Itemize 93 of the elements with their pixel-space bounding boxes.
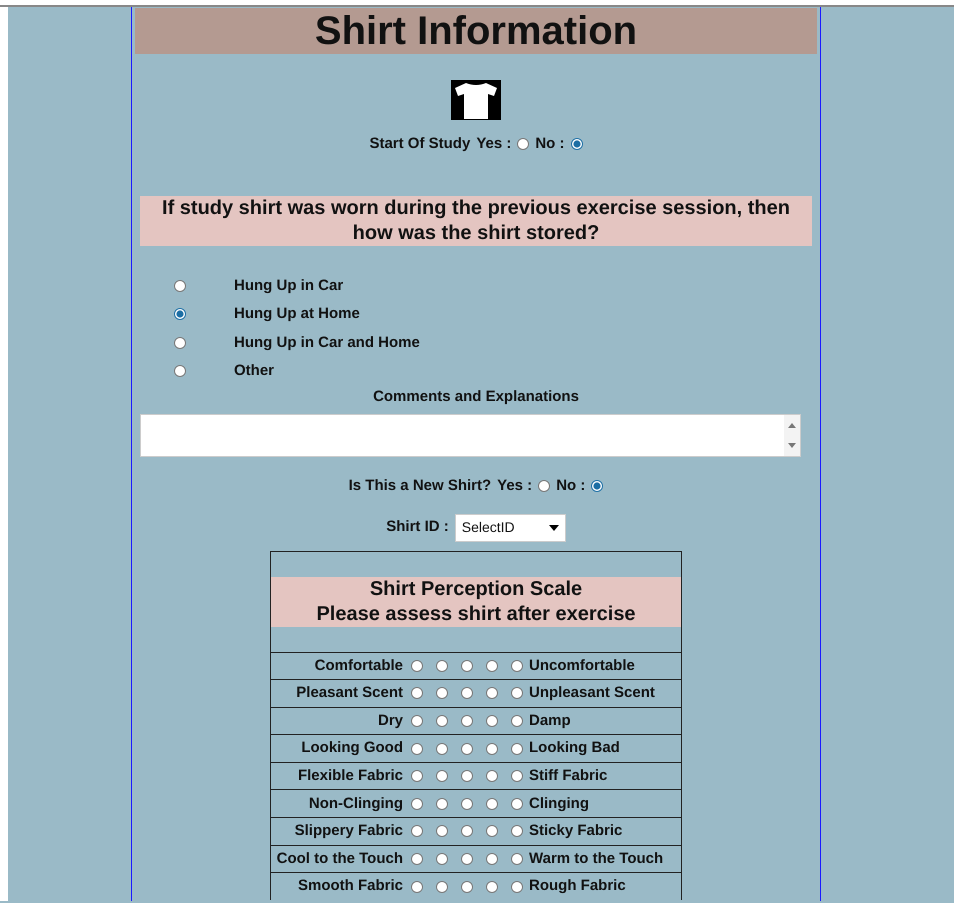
radio-button[interactable] <box>411 880 423 893</box>
option-label: No : <box>535 134 565 154</box>
radio-button[interactable] <box>486 880 498 893</box>
question-label: Is This a New Shirt? <box>348 476 492 496</box>
radio-button[interactable] <box>486 742 498 755</box>
radio-button[interactable] <box>436 825 448 838</box>
radio-button[interactable] <box>461 825 473 838</box>
right-label: Warm to the Touch <box>529 848 664 869</box>
option-label: No : <box>556 476 586 496</box>
radio-button[interactable] <box>511 825 523 838</box>
scale-subtitle: Please assess shirt after exercise <box>315 602 637 626</box>
option-label: Hung Up at Home <box>234 304 360 324</box>
shirt-id-dropdown[interactable]: SelectID <box>454 514 566 542</box>
radio-button[interactable] <box>436 742 448 755</box>
left-label: Cool to the Touch <box>276 848 403 869</box>
radio-button[interactable] <box>511 687 523 700</box>
page-title: Shirt Information <box>135 8 817 54</box>
radio-button[interactable] <box>538 480 550 492</box>
scroll-down-icon[interactable] <box>788 443 796 448</box>
radio-button[interactable] <box>411 660 423 672</box>
radio-button[interactable] <box>411 687 423 700</box>
radio-button[interactable] <box>511 714 523 727</box>
radio-button[interactable] <box>511 742 523 755</box>
radio-button[interactable] <box>511 660 523 672</box>
radio-button[interactable] <box>486 825 498 838</box>
radio-button[interactable] <box>411 714 423 727</box>
radio-button[interactable] <box>436 770 448 782</box>
comments-field[interactable] <box>140 414 801 457</box>
radio-button[interactable] <box>511 852 523 865</box>
caret-icon <box>548 524 559 530</box>
right-label: Rough Fabric <box>529 876 626 896</box>
left-label: Non-Clinging <box>308 794 403 814</box>
right-label: Damp <box>529 710 571 731</box>
radio-button[interactable] <box>436 687 448 700</box>
radio-button[interactable] <box>436 660 448 672</box>
radio-button[interactable] <box>411 852 423 865</box>
radio-button[interactable] <box>517 138 530 150</box>
radio-button[interactable] <box>174 280 186 292</box>
shirt-icon <box>451 80 501 120</box>
radio-button[interactable] <box>486 770 498 782</box>
radio-button[interactable] <box>486 714 498 727</box>
field-label: Comments and Explanations <box>373 386 579 406</box>
radio-button[interactable] <box>591 480 604 492</box>
radio-button[interactable] <box>461 742 473 755</box>
radio-button[interactable] <box>411 742 423 755</box>
option-label: Yes : <box>476 134 512 154</box>
left-label: Pleasant Scent <box>295 683 403 704</box>
radio-button[interactable] <box>511 880 523 893</box>
scroll-up-icon[interactable] <box>788 422 796 428</box>
right-label: Uncomfortable <box>529 656 635 676</box>
radio-button[interactable] <box>174 308 186 320</box>
left-label: Smooth Fabric <box>296 876 403 896</box>
right-label: Sticky Fabric <box>529 821 622 842</box>
radio-button[interactable] <box>436 798 448 810</box>
left-label: Looking Good <box>300 738 403 758</box>
radio-button[interactable] <box>511 798 523 810</box>
radio-button[interactable] <box>486 660 498 672</box>
right-label: Unpleasant Scent <box>529 683 655 704</box>
left-label: Comfortable <box>314 656 403 676</box>
radio-button[interactable] <box>461 660 473 672</box>
radio-button[interactable] <box>411 825 423 838</box>
right-label: Looking Bad <box>529 738 620 758</box>
option-label: Yes : <box>497 476 532 496</box>
scale-title: Shirt Perception Scale <box>368 576 584 602</box>
question-heading: If study shirt was worn during the previous exercise session, then how was the shirt stored? <box>140 196 812 246</box>
radio-button[interactable] <box>486 687 498 700</box>
question-label: Start Of Study <box>369 134 470 154</box>
radio-button[interactable] <box>461 687 473 700</box>
radio-button[interactable] <box>411 798 423 810</box>
radio-button[interactable] <box>436 880 448 893</box>
radio-button[interactable] <box>511 770 523 782</box>
radio-button[interactable] <box>461 714 473 727</box>
radio-button[interactable] <box>486 798 498 810</box>
right-label: Stiff Fabric <box>529 766 608 786</box>
right-label: Clinging <box>529 794 589 814</box>
radio-button[interactable] <box>436 714 448 727</box>
option-label: Other <box>234 361 274 381</box>
radio-button[interactable] <box>570 138 583 150</box>
radio-button[interactable] <box>461 880 473 893</box>
left-label: Flexible Fabric <box>296 766 403 786</box>
option-label: Hung Up in Car <box>234 276 344 296</box>
field-label: Shirt ID : <box>386 517 449 538</box>
radio-button[interactable] <box>436 852 448 865</box>
radio-button[interactable] <box>486 852 498 865</box>
radio-button[interactable] <box>461 770 473 782</box>
radio-button[interactable] <box>461 852 473 865</box>
left-label: Slippery Fabric <box>294 821 403 842</box>
radio-button[interactable] <box>461 798 473 810</box>
radio-button[interactable] <box>174 365 186 378</box>
radio-button[interactable] <box>411 770 423 782</box>
left-label: Dry <box>376 710 403 731</box>
option-label: Hung Up in Car and Home <box>234 332 420 352</box>
radio-button[interactable] <box>174 336 186 349</box>
